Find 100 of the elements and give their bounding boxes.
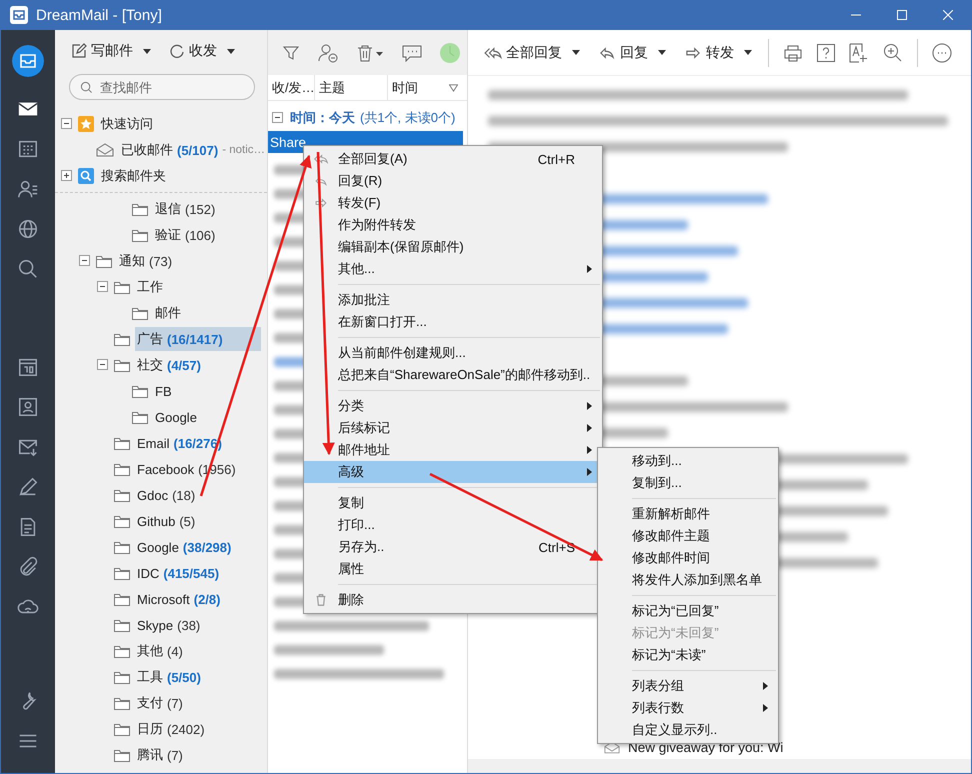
reply-all-icon — [484, 46, 502, 60]
menu-item[interactable]: 后续标记 — [304, 417, 602, 439]
menu-item[interactable]: 在新窗口打开... — [304, 311, 602, 333]
expand-toggle-icon[interactable] — [97, 280, 110, 294]
menu-item[interactable]: 列表分组 — [598, 675, 778, 697]
folder-item[interactable]: 验证 (106) — [153, 223, 261, 247]
mail-count: (16/1417) — [167, 332, 223, 346]
menu-item[interactable]: 重新解析邮件 — [598, 503, 778, 525]
folder-item[interactable]: Gdoc (18) — [135, 483, 261, 507]
help-icon[interactable] — [817, 44, 835, 62]
menu-item[interactable]: 自定义显示列.. — [598, 719, 778, 741]
forward-button[interactable]: 转发 — [682, 42, 754, 64]
menu-item[interactable]: 总把来自“SharewareOnSale”的邮件移动到.. — [304, 364, 602, 386]
envelope-icon — [96, 143, 114, 157]
folder-item[interactable]: 腾讯 (7) — [135, 743, 261, 767]
contact-card-icon[interactable] — [17, 396, 39, 418]
calendar-grid-icon[interactable] — [17, 138, 39, 160]
folder-item[interactable]: FB — [153, 379, 261, 403]
menu-item[interactable]: 修改邮件时间 — [598, 547, 778, 569]
menu-item[interactable]: 标记为“未读” — [598, 644, 778, 666]
folder-item[interactable]: Google (38/298) — [135, 535, 261, 559]
trash-icon[interactable] — [356, 44, 384, 62]
caret-icon[interactable] — [143, 48, 151, 54]
print-icon[interactable] — [783, 44, 803, 62]
mail-count: (5/107) — [177, 142, 218, 158]
caret-icon[interactable] — [572, 50, 580, 55]
forward-icon — [314, 196, 328, 210]
globe-icon[interactable] — [17, 218, 39, 240]
folder-item[interactable]: 社交 (4/57) — [135, 353, 261, 377]
sync-button[interactable]: 收发 — [167, 40, 237, 62]
comment-icon[interactable] — [402, 44, 422, 62]
folder-item[interactable]: 通知 (73) — [117, 249, 261, 273]
window-title: DreamMail - [Tony] — [36, 6, 163, 24]
expand-toggle-icon[interactable] — [61, 118, 74, 130]
contact-remove-icon[interactable] — [318, 42, 338, 62]
caret-icon[interactable] — [744, 50, 752, 55]
caret-icon[interactable] — [227, 48, 235, 54]
folder-item[interactable]: 快速访问 — [99, 112, 261, 136]
expand-toggle-icon[interactable] — [97, 358, 110, 372]
search-icon — [78, 168, 94, 184]
menu-item[interactable]: 标记为“已回复” — [598, 600, 778, 622]
folder-icon — [114, 748, 130, 762]
menu-item[interactable]: 修改邮件主题 — [598, 525, 778, 547]
filter-icon[interactable] — [282, 44, 300, 62]
folder-item[interactable]: Skype (38) — [135, 613, 261, 637]
close-icon[interactable] — [943, 10, 953, 20]
app-logo-icon[interactable] — [12, 45, 44, 77]
menu-item[interactable]: 编辑副本(保留原邮件) — [304, 236, 602, 258]
maximize-icon[interactable] — [897, 10, 907, 20]
menu-item[interactable]: 从当前邮件创建规则... — [304, 342, 602, 364]
mail-count: (152) — [185, 202, 216, 216]
column-header[interactable]: 时间 — [388, 75, 462, 100]
pen-icon[interactable] — [17, 476, 39, 498]
compose-button[interactable]: 写邮件 — [69, 40, 153, 62]
folder-item[interactable]: 退信 (152) — [153, 197, 261, 221]
folder-item[interactable]: 搜索邮件夹 — [99, 164, 261, 188]
folder-item[interactable]: 广告 (16/1417) — [135, 327, 261, 351]
sort-icon[interactable] — [449, 84, 458, 92]
caret-icon[interactable] — [658, 50, 666, 55]
expand-toggle-icon[interactable] — [79, 254, 92, 268]
folder-item[interactable]: Microsoft (2/8) — [135, 587, 261, 611]
column-header[interactable]: 收/发… — [268, 75, 315, 100]
folder-icon — [114, 696, 130, 710]
folder-item[interactable]: Github (5) — [135, 509, 261, 533]
menu-item[interactable]: 添加批注 — [304, 289, 602, 311]
folder-item[interactable]: 工作 — [135, 275, 261, 299]
folder-item[interactable]: Google — [153, 405, 261, 429]
folder-item[interactable]: 工具 (5/50) — [135, 665, 261, 689]
folder-item[interactable]: 邮件 — [153, 301, 261, 325]
submenu-arrow-icon — [587, 468, 592, 476]
reply-all-button[interactable]: 全部回复 — [482, 42, 582, 64]
menu-item[interactable]: 将发件人添加到黑名单 — [598, 569, 778, 591]
menu-item[interactable]: 列表行数 — [598, 697, 778, 719]
folder-icon — [114, 332, 130, 346]
search-icon[interactable] — [17, 258, 39, 280]
menu-item[interactable]: 其他... — [304, 258, 602, 280]
search-field[interactable]: 查找邮件 — [69, 74, 255, 100]
submenu-arrow-icon — [587, 424, 592, 432]
folder-item[interactable]: IDC (415/545) — [135, 561, 261, 585]
menu-item[interactable]: 作为附件转发 — [304, 214, 602, 236]
expand-toggle-icon[interactable] — [61, 170, 74, 182]
menu-item[interactable]: 回复(R) — [304, 170, 602, 192]
folder-item[interactable]: 其他 (4) — [135, 639, 261, 663]
column-header[interactable]: 主题 — [315, 75, 388, 100]
font-size-icon[interactable] — [849, 42, 869, 62]
zoom-in-icon[interactable] — [883, 42, 903, 62]
menu-item[interactable]: 转发(F) — [304, 192, 602, 214]
contacts-icon[interactable] — [17, 178, 39, 200]
folder-icon — [114, 566, 130, 580]
folder-item[interactable]: 支付 (7) — [135, 691, 261, 715]
menu-item[interactable]: 分类 — [304, 395, 602, 417]
folder-item[interactable]: 日历 (2402) — [135, 717, 261, 741]
reply-icon — [598, 46, 616, 60]
expand-toggle-icon[interactable] — [272, 112, 285, 124]
more-icon[interactable] — [932, 42, 952, 62]
reply-button[interactable]: 回复 — [596, 42, 668, 64]
folder-icon — [132, 228, 148, 242]
calendar-day-icon[interactable] — [17, 356, 39, 378]
mail-count: (415/545) — [163, 566, 220, 580]
folder-icon — [132, 384, 148, 398]
